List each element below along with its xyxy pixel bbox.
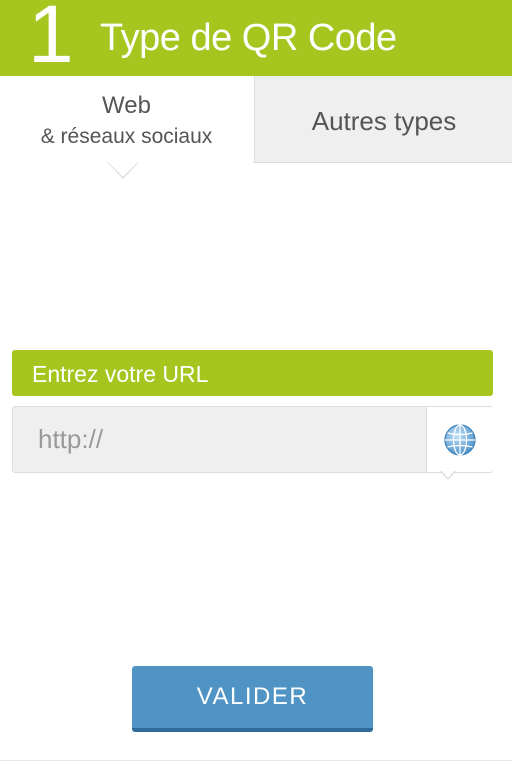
tab-web-label: Web [102, 92, 151, 119]
url-label: Entrez votre URL [32, 361, 209, 387]
qr-code-type-page: 1 Type de QR Code Web & réseaux sociaux … [0, 0, 512, 764]
url-field-group [12, 406, 493, 473]
divider [0, 760, 512, 761]
tab-web-sublabel: & réseaux sociaux [40, 125, 213, 148]
url-type-dropdown-button[interactable] [426, 407, 493, 472]
tab-other-types[interactable]: Autres types [254, 76, 512, 162]
active-tab-pointer-fill [108, 162, 138, 177]
url-input[interactable] [13, 407, 425, 472]
page-title: Type de QR Code [100, 17, 397, 59]
validate-button[interactable]: VALIDER [132, 666, 373, 732]
step-header: 1 Type de QR Code [0, 0, 512, 76]
step-number: 1 [28, 0, 74, 76]
url-label-bar: Entrez votre URL [12, 350, 493, 396]
qr-type-tabs: Web & réseaux sociaux Autres types [0, 76, 512, 179]
tab-web-social[interactable]: Web & réseaux sociaux [0, 76, 253, 179]
dropdown-pointer-fill [441, 470, 455, 478]
globe-icon [444, 424, 476, 456]
tab-other-label: Autres types [311, 106, 457, 136]
